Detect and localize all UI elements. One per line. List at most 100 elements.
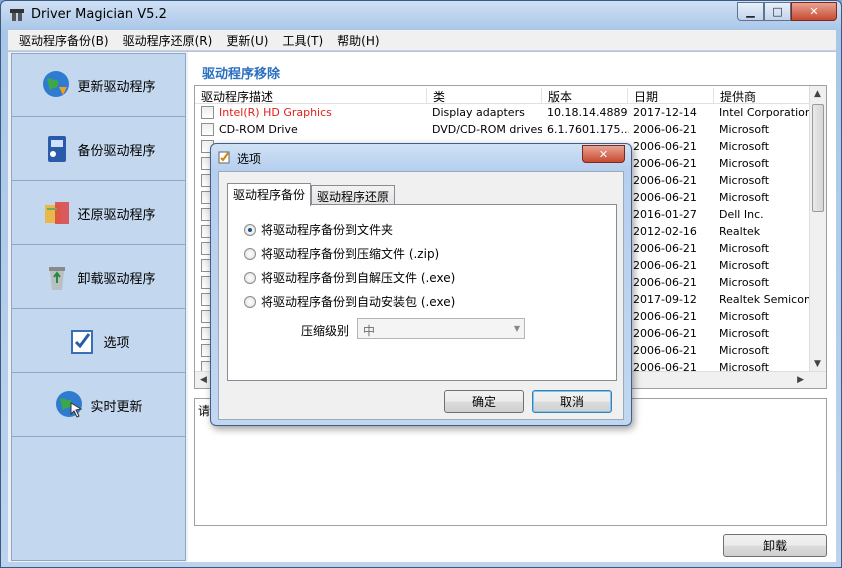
dialog-close-button[interactable]: ✕ xyxy=(582,145,625,163)
table-row[interactable]: Intel(R) HD Graphics Display adapters 10.1… xyxy=(195,104,811,121)
radio-backup-zip[interactable]: 将驱动程序备份到压缩文件 (.zip) xyxy=(244,245,439,262)
cell-provider: Microsoft xyxy=(719,310,770,323)
radio-label: 将驱动程序备份到自动安装包 (.exe) xyxy=(261,295,456,309)
cell-date: 2006-06-21 xyxy=(633,191,697,204)
cell-provider: Intel Corporation xyxy=(719,106,811,119)
minimize-button[interactable]: ▁ xyxy=(737,2,764,21)
cell-desc: Intel(R) HD Graphics xyxy=(219,106,332,119)
cell-provider: Microsoft xyxy=(719,140,770,153)
window-title: Driver Magician V5.2 xyxy=(31,7,167,22)
radio-button[interactable] xyxy=(244,295,256,308)
column-header-date[interactable]: 日期 xyxy=(627,88,658,104)
table-row[interactable]: CD-ROM Drive DVD/CD-ROM drives 6.1.7601.17… xyxy=(195,121,810,138)
sidebar-item-live-update[interactable]: 实时更新 xyxy=(12,374,185,437)
menu-update[interactable]: 更新(U) xyxy=(219,32,275,49)
sidebar-item-label: 实时更新 xyxy=(90,399,143,415)
cell-date: 2017-12-14 xyxy=(633,106,697,119)
radio-button[interactable] xyxy=(244,247,256,260)
uninstall-button[interactable]: 卸载 xyxy=(723,534,827,557)
radio-label: 将驱动程序备份到压缩文件 (.zip) xyxy=(261,247,440,261)
cell-provider: Realtek Semicondu xyxy=(719,293,811,306)
dialog-tabs: 驱动程序备份 驱动程序还原 xyxy=(227,183,396,206)
cell-date: 2006-06-21 xyxy=(633,276,697,289)
cell-provider: Microsoft xyxy=(719,327,770,340)
cell-provider: Realtek xyxy=(719,225,761,238)
sidebar-item-label: 更新驱动程序 xyxy=(77,79,156,95)
cell-date: 2006-06-21 xyxy=(633,123,697,136)
sidebar-item-backup[interactable]: 备份驱动程序 xyxy=(12,118,185,181)
radio-backup-sfx[interactable]: 将驱动程序备份到自解压文件 (.exe) xyxy=(244,269,455,286)
chevron-down-icon: ▼ xyxy=(513,324,520,333)
column-header-version[interactable]: 版本 xyxy=(541,88,572,104)
menu-restore[interactable]: 驱动程序还原(R) xyxy=(116,32,220,49)
title-bar[interactable]: Driver Magician V5.2 ▁ □ ✕ xyxy=(1,1,841,29)
dialog-body: 驱动程序备份 驱动程序还原 将驱动程序备份到文件夹 将驱动程序备份到压缩文件 (… xyxy=(218,171,624,420)
sidebar-item-restore[interactable]: 还原驱动程序 xyxy=(12,182,185,245)
cell-date: 2012-02-16 xyxy=(633,225,697,238)
live-update-globe-icon xyxy=(54,389,86,421)
cell-desc: CD-ROM Drive xyxy=(219,123,298,136)
tab-restore[interactable]: 驱动程序还原 xyxy=(311,185,396,206)
menu-help[interactable]: 帮助(H) xyxy=(330,32,386,49)
cell-date: 2006-06-21 xyxy=(633,157,697,170)
section-title: 驱动程序移除 xyxy=(202,67,281,82)
cell-date: 2006-06-21 xyxy=(633,259,697,272)
sidebar-item-label: 备份驱动程序 xyxy=(77,143,156,159)
options-dialog-icon xyxy=(218,151,230,164)
backup-icon xyxy=(41,133,73,165)
cell-date: 2006-06-21 xyxy=(633,310,697,323)
radio-button[interactable] xyxy=(244,271,256,284)
cell-date: 2006-06-21 xyxy=(633,174,697,187)
cell-provider: Microsoft xyxy=(719,344,770,357)
cancel-button[interactable]: 取消 xyxy=(532,390,612,413)
tab-pane-backup: 将驱动程序备份到文件夹 将驱动程序备份到压缩文件 (.zip) 将驱动程序备份到… xyxy=(227,204,617,381)
menu-tools[interactable]: 工具(T) xyxy=(275,32,330,49)
table-header: 驱动程序描述 类 版本 日期 提供商 xyxy=(195,86,810,104)
compression-level-select[interactable]: 中 ▼ xyxy=(357,318,525,339)
cell-provider: Microsoft xyxy=(719,191,770,204)
restore-icon xyxy=(41,197,73,229)
cell-date: 2006-06-21 xyxy=(633,327,697,340)
sidebar-item-options[interactable]: 选项 xyxy=(12,310,185,373)
radio-button[interactable] xyxy=(244,223,256,236)
cell-provider: Microsoft xyxy=(719,174,770,187)
tab-backup[interactable]: 驱动程序备份 xyxy=(227,183,312,206)
sidebar-item-label: 卸载驱动程序 xyxy=(77,271,156,287)
menu-backup[interactable]: 驱动程序备份(B) xyxy=(12,32,116,49)
cell-provider: Microsoft xyxy=(719,276,770,289)
maximize-button[interactable]: □ xyxy=(764,2,791,21)
ok-button[interactable]: 确定 xyxy=(444,390,524,413)
row-checkbox[interactable] xyxy=(201,123,214,136)
column-header-provider[interactable]: 提供商 xyxy=(713,88,756,104)
options-dialog: 选项 ✕ 驱动程序备份 驱动程序还原 将驱动程序备份到文件夹 将驱动程序备份到压… xyxy=(210,143,632,426)
recycle-bin-icon xyxy=(41,261,73,293)
radio-backup-folder[interactable]: 将驱动程序备份到文件夹 xyxy=(244,221,393,238)
dialog-title: 选项 xyxy=(237,152,262,166)
globe-update-icon xyxy=(41,69,73,101)
cell-date: 2006-06-21 xyxy=(633,140,697,153)
compression-level-label: 压缩级别 xyxy=(301,324,350,338)
radio-backup-installer[interactable]: 将驱动程序备份到自动安装包 (.exe) xyxy=(244,293,455,310)
options-checklist-icon xyxy=(67,325,99,357)
log-text: 请 xyxy=(198,404,211,418)
sidebar-item-uninstall[interactable]: 卸载驱动程序 xyxy=(12,246,185,309)
row-checkbox[interactable] xyxy=(201,106,214,119)
column-header-class[interactable]: 类 xyxy=(426,88,445,104)
scroll-thumb[interactable] xyxy=(812,104,824,212)
compression-level-value: 中 xyxy=(363,324,376,338)
cell-class: DVD/CD-ROM drives xyxy=(432,123,542,136)
app-logo-icon xyxy=(10,9,24,21)
vertical-scrollbar[interactable]: ▲ ▼ xyxy=(809,86,826,372)
cell-provider: Dell Inc. xyxy=(719,208,764,221)
sidebar: 更新驱动程序 备份驱动程序 还原驱动程序 卸载驱动程序 选项 实时更新 xyxy=(11,53,186,561)
sidebar-item-label: 选项 xyxy=(103,335,130,351)
cell-version: 6.1.7601.175... xyxy=(547,123,629,136)
close-button[interactable]: ✕ xyxy=(791,2,837,21)
menu-bar: 驱动程序备份(B) 驱动程序还原(R) 更新(U) 工具(T) 帮助(H) xyxy=(8,30,836,51)
sidebar-item-update[interactable]: 更新驱动程序 xyxy=(12,54,185,117)
column-header-description[interactable]: 驱动程序描述 xyxy=(195,88,273,104)
cell-provider: Microsoft xyxy=(719,157,770,170)
cell-provider: Microsoft xyxy=(719,123,770,136)
cell-date: 2017-09-12 xyxy=(633,293,697,306)
radio-label: 将驱动程序备份到自解压文件 (.exe) xyxy=(261,271,456,285)
